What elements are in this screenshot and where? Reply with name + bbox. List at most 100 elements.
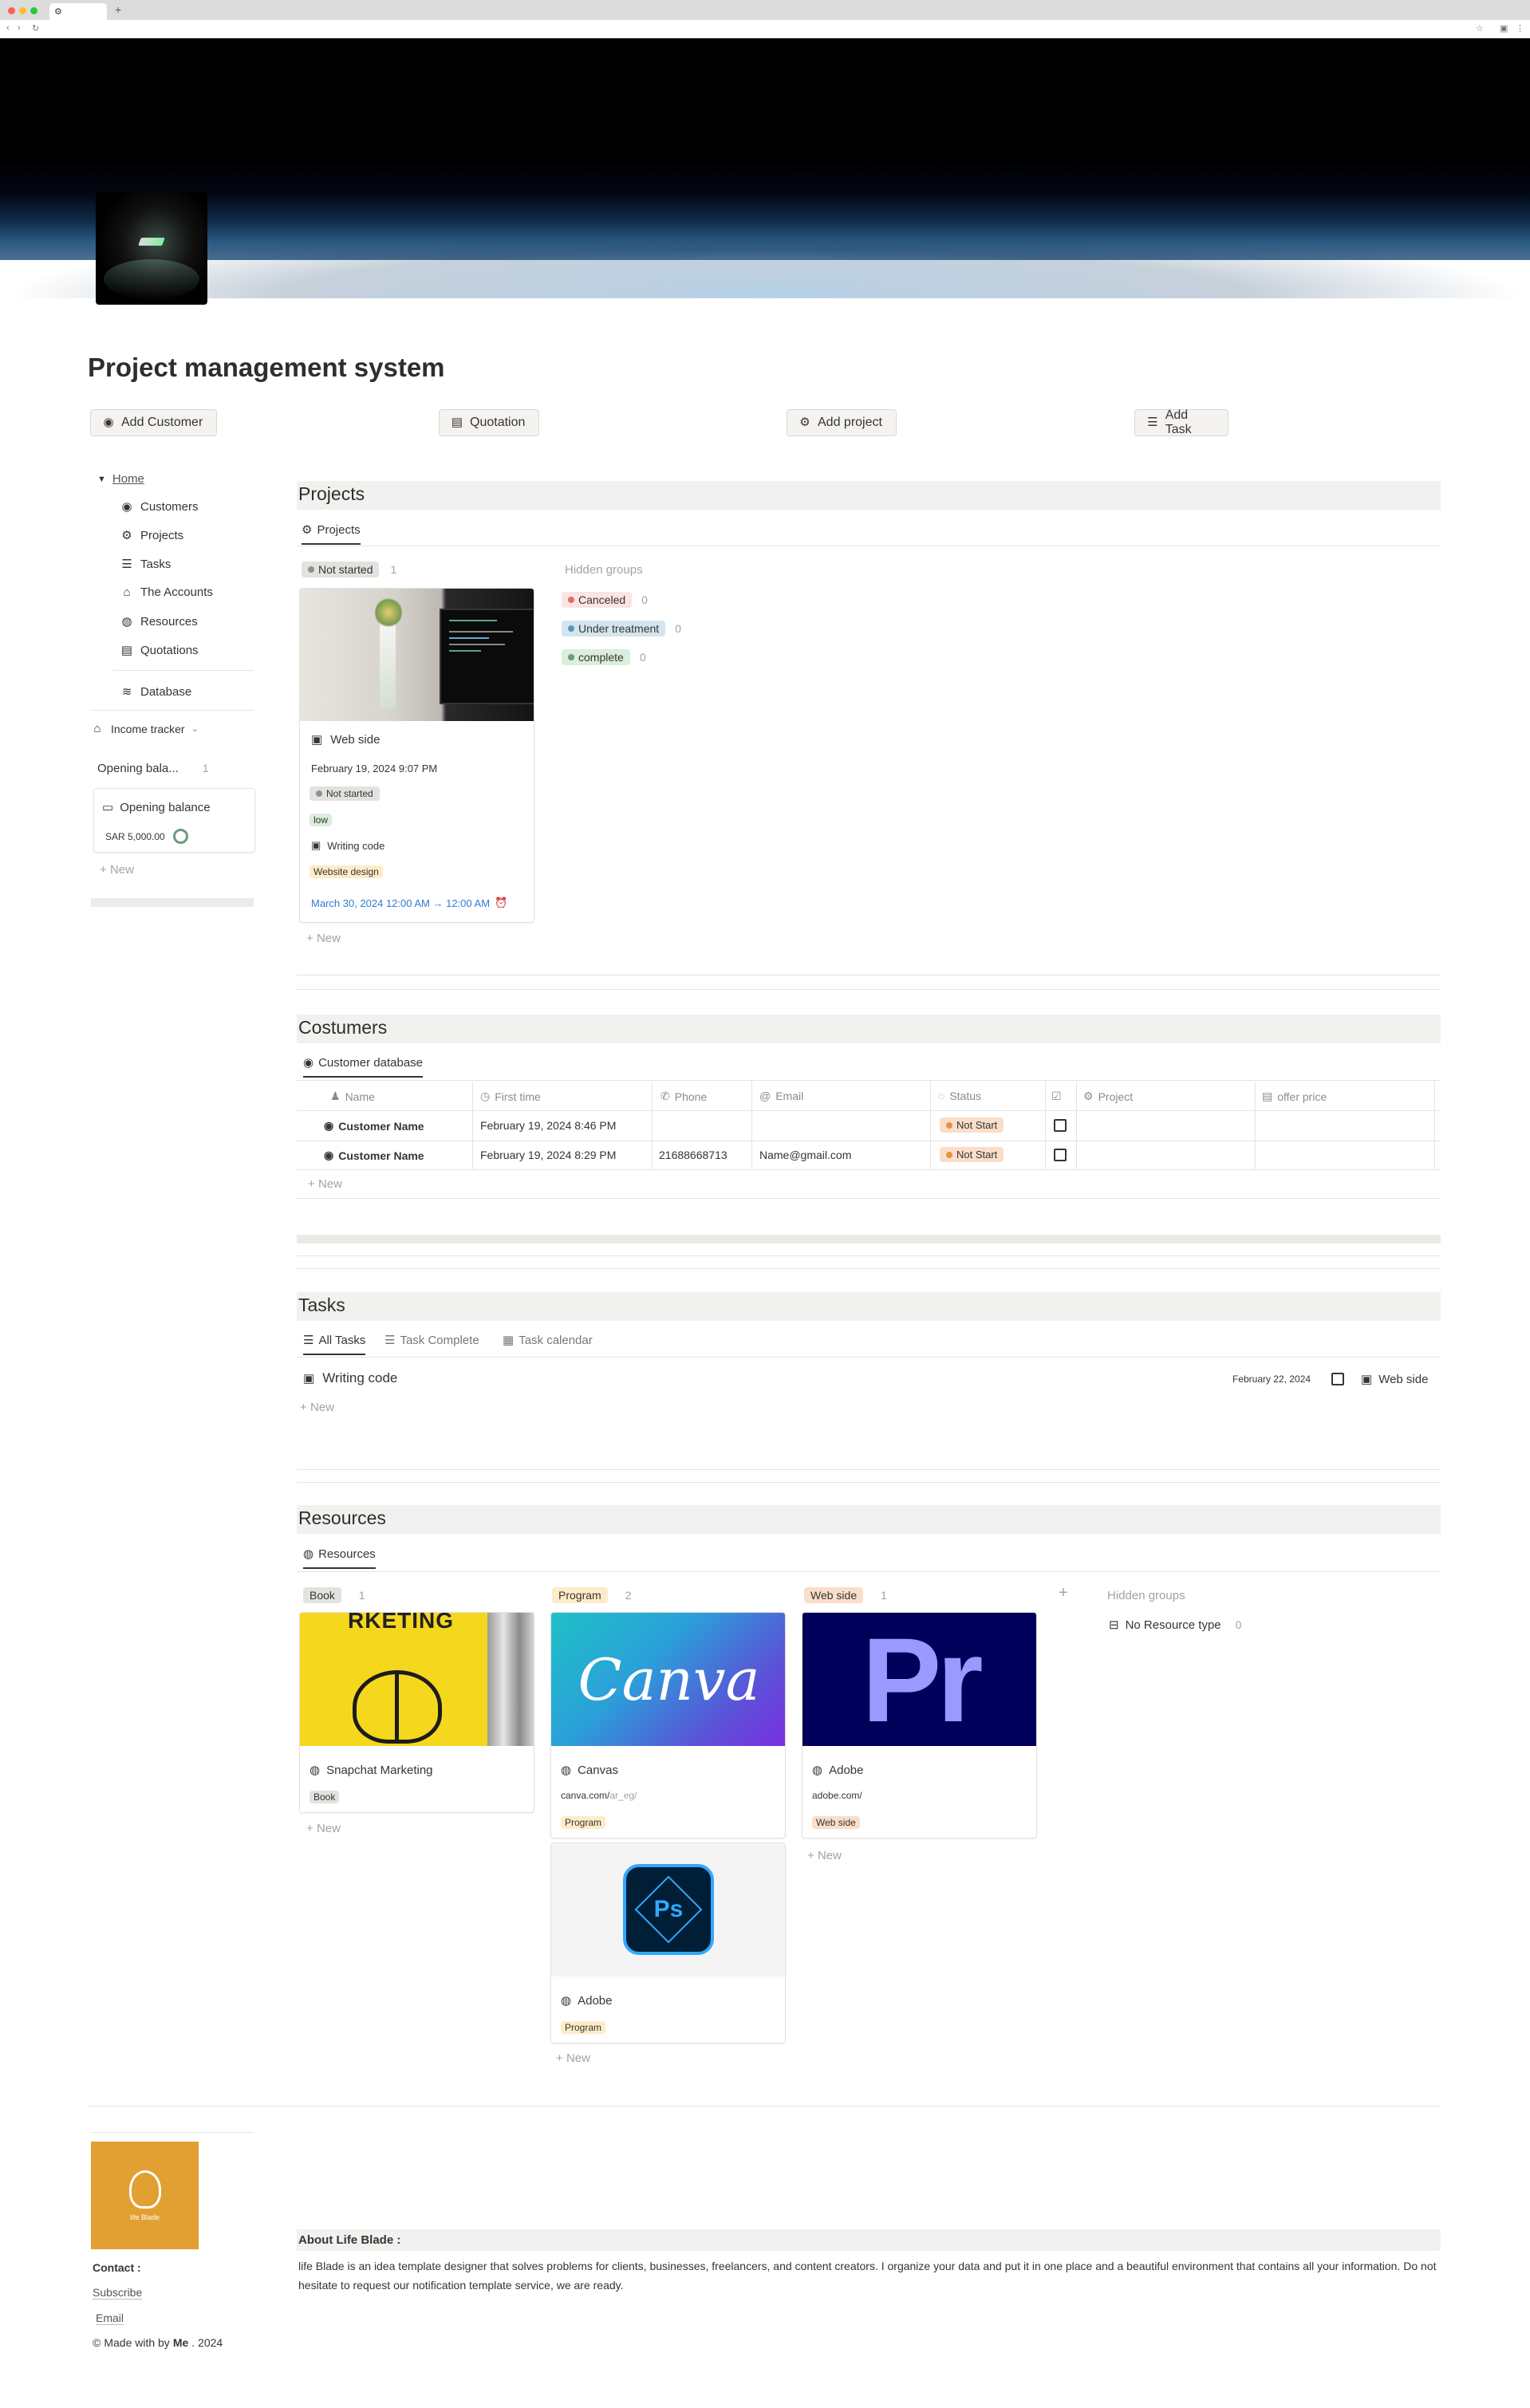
divider <box>297 1080 1441 1081</box>
cell-name[interactable]: Customer Name <box>338 1149 424 1162</box>
vase-shape <box>380 621 396 708</box>
resource-card-photoshop[interactable]: Ps ◍ Adobe Program <box>550 1842 786 2043</box>
new-tab-button[interactable]: + <box>115 3 121 16</box>
checkbox[interactable] <box>1054 1119 1067 1132</box>
hidden-group-no-type[interactable]: ⊟ No Resource type 0 <box>1109 1618 1241 1633</box>
reload-icon[interactable]: ↻ <box>32 23 39 33</box>
column-header-project[interactable]: ⚙ Project <box>1083 1090 1133 1103</box>
column-header-offer-price[interactable]: ▤ offer price <box>1262 1090 1327 1103</box>
add-group-button[interactable]: + <box>1059 1584 1068 1602</box>
canva-logo-text: Canva <box>578 1645 760 1713</box>
new-resource-book-button[interactable]: + New <box>306 1822 341 1835</box>
back-icon[interactable]: ‹ <box>6 23 10 33</box>
hidden-group-complete[interactable]: complete 0 <box>562 649 646 665</box>
tab-task-calendar[interactable]: ▦ Task calendar <box>503 1333 593 1348</box>
checkbox[interactable] <box>1054 1149 1067 1161</box>
resource-card-canvas[interactable]: Canva ◍ Canvas canva.com/ar_eg/ Program <box>550 1612 786 1839</box>
cell-name[interactable]: Customer Name <box>338 1120 424 1133</box>
resource-card-snapchat[interactable]: RKETING ◍ Snapchat Marketing Book <box>299 1612 534 1813</box>
group-header-program[interactable]: Program 2 <box>552 1587 631 1603</box>
caret-down-icon[interactable]: ▼ <box>97 475 106 484</box>
project-task[interactable]: Writing code <box>327 840 384 852</box>
tab-resources[interactable]: ◍ Resources <box>303 1547 376 1569</box>
column-header-first-time[interactable]: ◷ First time <box>480 1090 541 1103</box>
badge-label: Not Start <box>956 1119 998 1131</box>
extensions-icon[interactable]: ▣ <box>1500 23 1508 33</box>
bookmark-icon[interactable]: ☆ <box>1476 23 1484 33</box>
resource-tag: Program <box>561 2021 606 2034</box>
forward-icon[interactable]: › <box>18 23 21 33</box>
sidebar-item-projects[interactable]: ⚙ Projects <box>120 528 183 543</box>
chevron-down-icon[interactable]: ⌄ <box>191 723 199 734</box>
hidden-group-canceled[interactable]: Canceled 0 <box>562 592 648 608</box>
column-header-email[interactable]: @ Email <box>759 1090 803 1102</box>
resource-url-path[interactable]: ar_eg/ <box>609 1790 637 1801</box>
group-header-book[interactable]: Book 1 <box>303 1587 365 1603</box>
monitor-shape <box>440 609 534 704</box>
column-header-checkbox[interactable]: ☑ <box>1051 1090 1067 1103</box>
task-checkbox[interactable] <box>1331 1373 1344 1385</box>
address-bar[interactable]: ‹ › ↻ ☆ ▣ ⋮ <box>0 20 1530 38</box>
sidebar-item-customers[interactable]: ◉ Customers <box>120 499 198 514</box>
column-header-name[interactable]: ♟ Name <box>330 1090 375 1103</box>
add-project-button[interactable]: ⚙ Add project <box>787 409 897 436</box>
tab-task-complete[interactable]: ☰ Task Complete <box>384 1333 479 1348</box>
tab-label: Task calendar <box>519 1333 593 1347</box>
column-header-status[interactable]: ◌ Status <box>938 1090 981 1102</box>
group-count: 0 <box>675 622 681 635</box>
resources-section-title: Resources <box>297 1505 1441 1534</box>
tab-projects[interactable]: ⚙ Projects <box>302 522 361 545</box>
sidebar-item-resources[interactable]: ◍ Resources <box>120 614 197 629</box>
income-tracker-header[interactable]: ⌂ Income tracker ⌄ <box>90 722 199 735</box>
resource-card-adobe[interactable]: Pr ◍ Adobe adobe.com/ Web side <box>802 1612 1037 1839</box>
browser-chrome: ⚙ + ‹ › ↻ ☆ ▣ ⋮ <box>0 0 1530 38</box>
email-link[interactable]: Email <box>96 2311 124 2325</box>
hidden-group-under-treatment[interactable]: Under treatment 0 <box>562 621 681 636</box>
resource-tag: Web side <box>812 1816 860 1829</box>
quotation-button[interactable]: ▤ Quotation <box>439 409 539 436</box>
new-customer-button[interactable]: + New <box>308 1177 342 1191</box>
globe-icon: ◍ <box>121 615 132 629</box>
page-icon-laptop-image[interactable] <box>96 191 207 305</box>
resource-url[interactable]: adobe.com/ <box>812 1790 862 1801</box>
browser-tab[interactable]: ⚙ <box>49 3 107 20</box>
new-resource-program-button[interactable]: + New <box>556 2051 590 2065</box>
project-card[interactable]: ▣ Web side February 19, 2024 9:07 PM Not … <box>299 588 534 923</box>
sidebar-item-quotations[interactable]: ▤ Quotations <box>120 643 199 658</box>
opening-balance-card[interactable]: ▭ Opening balance SAR 5,000.00 <box>93 788 255 853</box>
sidebar-home[interactable]: ▼ Home <box>97 472 144 486</box>
project-date-range: March 30, 2024 12:00 AM → 12:00 AM <box>311 897 491 909</box>
group-header-web-side[interactable]: Web side 1 <box>804 1587 887 1603</box>
task-project[interactable]: Web side <box>1378 1373 1428 1386</box>
book-cover-image: RKETING <box>300 1613 534 1746</box>
sidebar-item-accounts[interactable]: ⌂ The Accounts <box>120 585 212 599</box>
new-resource-web-button[interactable]: + New <box>807 1849 842 1862</box>
badge-label: Not started <box>318 563 373 576</box>
new-project-button[interactable]: + New <box>306 932 341 945</box>
sidebar-item-tasks[interactable]: ☰ Tasks <box>120 557 171 572</box>
menu-icon[interactable]: ⋮ <box>1516 23 1524 33</box>
tab-all-tasks[interactable]: ☰ All Tasks <box>303 1333 366 1355</box>
resource-url[interactable]: canva.com/ <box>561 1790 609 1801</box>
sidebar-item-database[interactable]: ≋ Database <box>120 684 192 700</box>
checklist-icon: ☰ <box>1147 416 1158 429</box>
subscribe-link[interactable]: Subscribe <box>93 2286 143 2300</box>
cell-phone: 21688668713 <box>659 1149 728 1161</box>
minimize-window-icon[interactable] <box>19 7 26 14</box>
close-window-icon[interactable] <box>8 7 15 14</box>
new-task-button[interactable]: + New <box>300 1401 334 1414</box>
maximize-window-icon[interactable] <box>30 7 37 14</box>
tab-customer-database[interactable]: ◉ Customer database <box>303 1055 423 1078</box>
new-opening-balance-button[interactable]: + New <box>100 863 134 877</box>
ps-logo-text: Ps <box>653 1896 684 1922</box>
divider <box>297 1198 1441 1199</box>
add-customer-button[interactable]: ◉ Add Customer <box>90 409 217 436</box>
add-task-button[interactable]: ☰ Add Task <box>1134 408 1228 436</box>
status-dot <box>568 625 574 632</box>
document-icon: ▤ <box>120 644 133 657</box>
new-label: New <box>310 1401 334 1414</box>
lightbulb-icon <box>128 2170 161 2209</box>
not-started-group-header[interactable]: Not started 1 <box>302 562 396 577</box>
task-title[interactable]: Writing code <box>322 1370 397 1386</box>
column-header-phone[interactable]: ✆ Phone <box>661 1090 707 1103</box>
